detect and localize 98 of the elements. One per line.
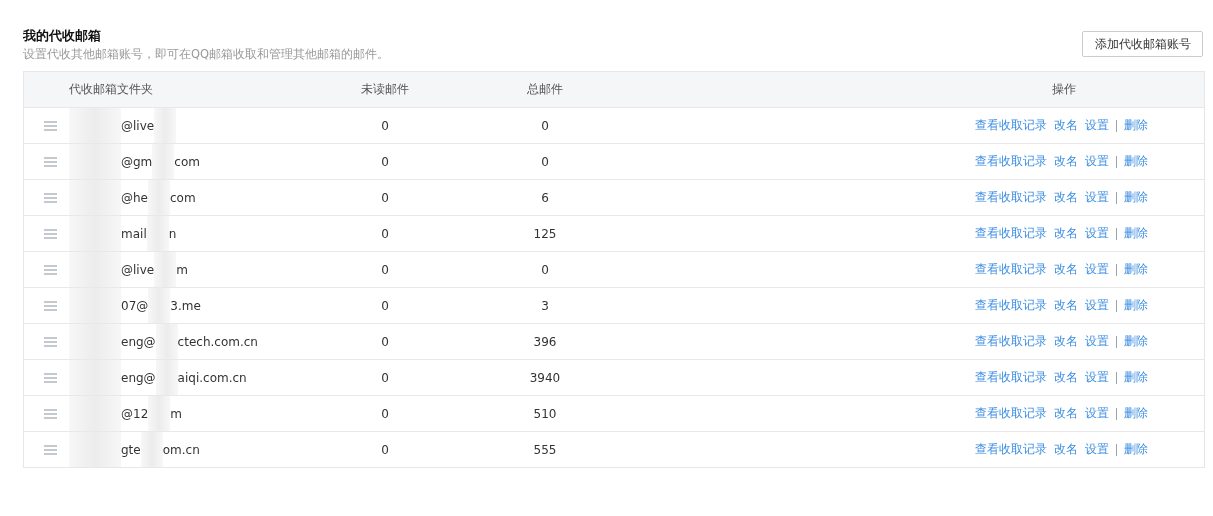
email-text: mail bbox=[121, 226, 147, 241]
page-subtitle: 设置代收其他邮箱账号，即可在QQ邮箱收取和管理其他邮箱的邮件。 bbox=[23, 46, 390, 63]
drag-handle-icon[interactable] bbox=[44, 372, 57, 383]
unread-count: 0 bbox=[381, 190, 389, 205]
email-text: @gm bbox=[121, 154, 153, 169]
email-text: @12 bbox=[121, 406, 149, 421]
delete-link[interactable]: 删除 bbox=[1124, 117, 1148, 134]
email-text: eng@ bbox=[121, 370, 156, 385]
email-text: n bbox=[168, 226, 177, 241]
view-records-link[interactable]: 查看收取记录 bbox=[975, 153, 1047, 170]
rename-link[interactable]: 改名 bbox=[1054, 261, 1078, 278]
delete-link[interactable]: 删除 bbox=[1124, 369, 1148, 386]
settings-link[interactable]: 设置 bbox=[1085, 153, 1109, 170]
unread-count: 0 bbox=[381, 226, 389, 241]
settings-link[interactable]: 设置 bbox=[1085, 117, 1109, 134]
view-records-link[interactable]: 查看收取记录 bbox=[975, 369, 1047, 386]
rename-link[interactable]: 改名 bbox=[1054, 441, 1078, 458]
email-text: gte bbox=[121, 442, 141, 457]
unread-count: 0 bbox=[381, 262, 389, 277]
email-text: m bbox=[170, 406, 182, 421]
email-text: com bbox=[174, 154, 200, 169]
rename-link[interactable]: 改名 bbox=[1054, 333, 1078, 350]
total-count: 555 bbox=[533, 442, 557, 457]
delete-link[interactable]: 删除 bbox=[1124, 153, 1148, 170]
unread-count: 0 bbox=[381, 118, 389, 133]
view-records-link[interactable]: 查看收取记录 bbox=[975, 405, 1047, 422]
page-title: 我的代收邮箱 bbox=[23, 27, 102, 45]
view-records-link[interactable]: 查看收取记录 bbox=[975, 297, 1047, 314]
email-text: aiqi.com.cn bbox=[177, 370, 247, 385]
total-count: 3 bbox=[541, 298, 549, 313]
rename-link[interactable]: 改名 bbox=[1054, 369, 1078, 386]
delete-link[interactable]: 删除 bbox=[1124, 297, 1148, 314]
unread-count: 0 bbox=[381, 406, 389, 421]
delete-link[interactable]: 删除 bbox=[1124, 189, 1148, 206]
column-header: 未读邮件 bbox=[360, 81, 410, 98]
drag-handle-icon[interactable] bbox=[44, 300, 57, 311]
unread-count: 0 bbox=[381, 370, 389, 385]
delete-link[interactable]: 删除 bbox=[1124, 261, 1148, 278]
drag-handle-icon[interactable] bbox=[44, 156, 57, 167]
total-count: 510 bbox=[533, 406, 557, 421]
rename-link[interactable]: 改名 bbox=[1054, 189, 1078, 206]
settings-link[interactable]: 设置 bbox=[1085, 261, 1109, 278]
total-count: 3940 bbox=[529, 370, 561, 385]
settings-link[interactable]: 设置 bbox=[1085, 405, 1109, 422]
drag-handle-icon[interactable] bbox=[44, 264, 57, 275]
drag-handle-icon[interactable] bbox=[44, 120, 57, 131]
total-count: 0 bbox=[541, 118, 549, 133]
delete-link[interactable]: 删除 bbox=[1124, 405, 1148, 422]
email-text: @live bbox=[121, 262, 155, 277]
rename-link[interactable]: 改名 bbox=[1054, 117, 1078, 134]
total-count: 396 bbox=[533, 334, 557, 349]
drag-handle-icon[interactable] bbox=[44, 408, 57, 419]
view-records-link[interactable]: 查看收取记录 bbox=[975, 441, 1047, 458]
view-records-link[interactable]: 查看收取记录 bbox=[975, 225, 1047, 242]
column-header: 操作 bbox=[1051, 81, 1077, 98]
view-records-link[interactable]: 查看收取记录 bbox=[975, 333, 1047, 350]
unread-count: 0 bbox=[381, 298, 389, 313]
email-text: 07@ bbox=[121, 298, 149, 313]
settings-link[interactable]: 设置 bbox=[1085, 369, 1109, 386]
unread-count: 0 bbox=[381, 154, 389, 169]
email-text: eng@ bbox=[121, 334, 156, 349]
email-text: @live bbox=[121, 118, 155, 133]
add-account-button[interactable]: 添加代收邮箱账号 bbox=[1082, 31, 1203, 57]
drag-handle-icon[interactable] bbox=[44, 444, 57, 455]
total-count: 0 bbox=[541, 154, 549, 169]
email-text: 3.me bbox=[170, 298, 201, 313]
blurred-area bbox=[140, 432, 163, 467]
drag-handle-icon[interactable] bbox=[44, 336, 57, 347]
settings-link[interactable]: 设置 bbox=[1085, 225, 1109, 242]
delete-link[interactable]: 删除 bbox=[1124, 333, 1148, 350]
unread-count: 0 bbox=[381, 442, 389, 457]
unread-count: 0 bbox=[381, 334, 389, 349]
rename-link[interactable]: 改名 bbox=[1054, 405, 1078, 422]
total-count: 6 bbox=[541, 190, 549, 205]
email-text: @he bbox=[121, 190, 148, 205]
view-records-link[interactable]: 查看收取记录 bbox=[975, 189, 1047, 206]
total-count: 0 bbox=[541, 262, 549, 277]
delete-link[interactable]: 删除 bbox=[1124, 225, 1148, 242]
rename-link[interactable]: 改名 bbox=[1054, 153, 1078, 170]
email-text: ctech.com.cn bbox=[177, 334, 258, 349]
drag-handle-icon[interactable] bbox=[44, 228, 57, 239]
rename-link[interactable]: 改名 bbox=[1054, 225, 1078, 242]
column-header: 总邮件 bbox=[526, 81, 564, 98]
rename-link[interactable]: 改名 bbox=[1054, 297, 1078, 314]
email-text: om.cn bbox=[162, 442, 200, 457]
delete-link[interactable]: 删除 bbox=[1124, 441, 1148, 458]
drag-handle-icon[interactable] bbox=[44, 192, 57, 203]
settings-link[interactable]: 设置 bbox=[1085, 333, 1109, 350]
view-records-link[interactable]: 查看收取记录 bbox=[975, 261, 1047, 278]
column-header: 代收邮箱文件夹 bbox=[69, 81, 154, 98]
email-text: com bbox=[170, 190, 196, 205]
settings-link[interactable]: 设置 bbox=[1085, 441, 1109, 458]
view-records-link[interactable]: 查看收取记录 bbox=[975, 117, 1047, 134]
total-count: 125 bbox=[533, 226, 557, 241]
settings-link[interactable]: 设置 bbox=[1085, 189, 1109, 206]
settings-link[interactable]: 设置 bbox=[1085, 297, 1109, 314]
email-text: m bbox=[176, 262, 188, 277]
blurred-area bbox=[69, 432, 121, 467]
